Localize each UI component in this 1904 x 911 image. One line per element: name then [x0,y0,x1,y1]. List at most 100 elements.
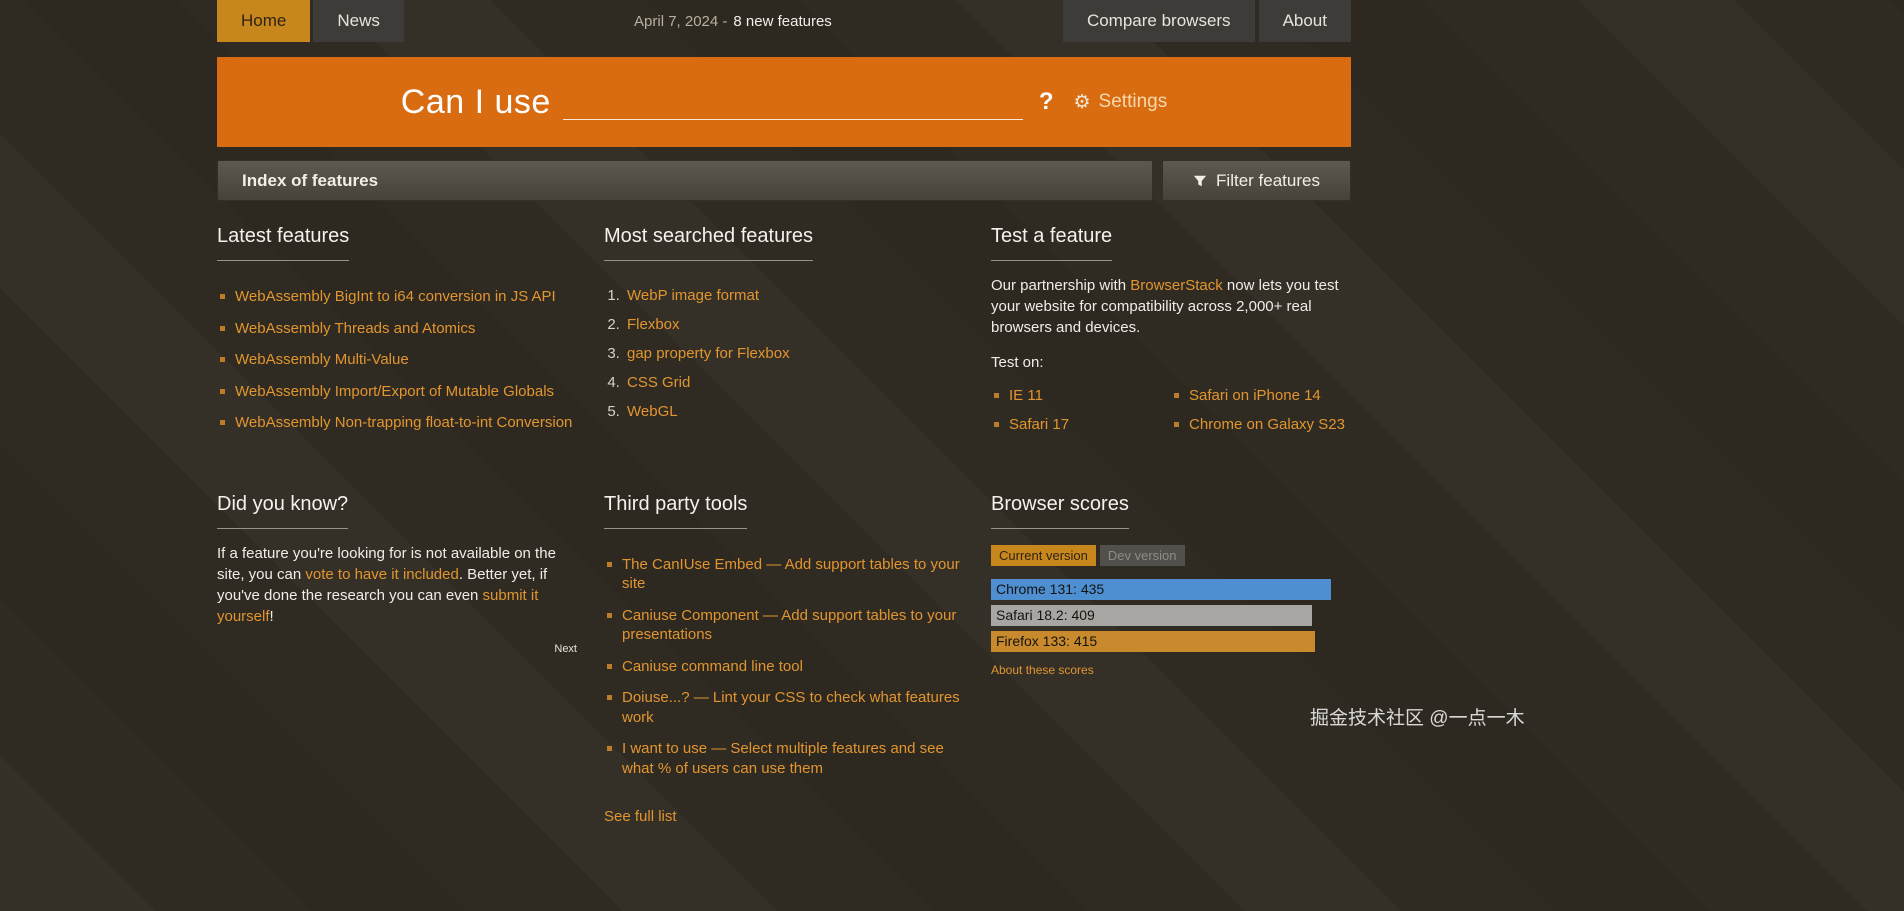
settings-button[interactable]: ⚙ Settings [1074,91,1168,113]
dyk-text: ! [269,607,274,625]
browserstack-link[interactable]: BrowserStack [1130,277,1223,294]
list-item: Flexbox [624,316,964,333]
nav-tabs-right: Compare browsers About [1059,0,1351,42]
index-toolbar: Index of features Filter features [217,160,1351,201]
watermark: 掘金技术社区 @一点一木 [1310,708,1525,729]
tab-compare-browsers[interactable]: Compare browsers [1062,0,1255,42]
nav-tabs-left: Home News [217,0,407,42]
list-item: Caniuse command line tool [604,657,964,677]
feature-link[interactable]: WebAssembly Threads and Atomics [235,320,475,337]
third-party-tools-heading: Third party tools [604,493,748,529]
help-button[interactable]: ? [1039,88,1054,116]
latest-features-list: WebAssembly BigInt to i64 conversion in … [217,287,577,433]
about-these-scores-link[interactable]: About these scores [991,663,1094,677]
list-item: WebAssembly Import/Export of Mutable Glo… [217,382,577,402]
score-version-toggle: Current version Dev version [991,544,1351,566]
feature-search-input[interactable] [562,84,1023,120]
top-navigation: Home News April 7, 2024 - 8 new features… [217,0,1351,42]
score-bar-label: Safari 18.2: 409 [996,607,1095,623]
index-title: Index of features [242,170,379,190]
test-device-link[interactable]: IE 11 [1009,387,1043,404]
gear-icon: ⚙ [1073,91,1091,113]
score-bar-chrome: Chrome 131: 435 [991,578,1331,600]
third-party-tools-list: The CanIUse Embed — Add support tables t… [604,555,964,779]
list-item: Chrome on Galaxy S23 [1171,415,1351,435]
score-bar-label: Chrome 131: 435 [996,581,1105,597]
list-item: Doiuse...? — Lint your CSS to check what… [604,688,964,727]
feature-link[interactable]: CSS Grid [627,374,690,391]
list-item: I want to use — Select multiple features… [604,739,964,778]
feature-link[interactable]: WebAssembly BigInt to i64 conversion in … [235,288,556,305]
most-searched-heading: Most searched features [604,225,813,261]
test-feature-intro: Our partnership with BrowserStack now le… [991,275,1351,338]
tab-home[interactable]: Home [217,0,311,42]
tab-news[interactable]: News [313,0,404,42]
feature-link[interactable]: WebAssembly Multi-Value [235,351,409,368]
browser-scores-heading: Browser scores [991,493,1129,529]
list-item: WebAssembly BigInt to i64 conversion in … [217,287,577,307]
list-item: WebGL [624,403,964,420]
filter-features-label: Filter features [1216,170,1320,190]
feature-link[interactable]: WebGL [627,403,678,420]
section-third-party-tools: Third party tools The CanIUse Embed — Ad… [604,493,964,827]
current-version-button[interactable]: Current version [991,544,1096,566]
feature-link[interactable]: Flexbox [627,316,680,333]
next-tip-button[interactable]: Next [217,643,577,655]
vote-link[interactable]: vote to have it included [305,566,458,583]
tool-link[interactable]: Caniuse Component — Add support tables t… [622,607,956,644]
did-you-know-text: If a feature you're looking for is not a… [217,543,577,627]
section-browser-scores: Browser scores Current version Dev versi… [991,493,1351,827]
new-features-link[interactable]: 8 new features [733,13,831,30]
page: Home News April 7, 2024 - 8 new features… [217,0,1351,826]
section-did-you-know: Did you know? If a feature you're lookin… [217,493,577,827]
tool-link[interactable]: The CanIUse Embed — Add support tables t… [622,556,960,593]
dev-version-button[interactable]: Dev version [1099,544,1185,566]
latest-features-heading: Latest features [217,225,350,261]
most-searched-list: WebP image format Flexbox gap property f… [624,287,964,420]
settings-label: Settings [1098,91,1168,112]
test-device-link[interactable]: Safari 17 [1009,416,1069,433]
list-item: Safari on iPhone 14 [1171,386,1351,406]
site-header-banner: Can I use ? ⚙ Settings [217,57,1351,147]
tool-link[interactable]: Caniuse command line tool [622,658,803,675]
score-bar-firefox: Firefox 133: 415 [991,630,1316,652]
test-device-link[interactable]: Chrome on Galaxy S23 [1189,416,1345,433]
feature-link[interactable]: WebAssembly Non-trapping float-to-int Co… [235,414,572,431]
filter-features-button[interactable]: Filter features [1162,160,1351,201]
site-title: Can I use [400,82,551,121]
section-latest-features: Latest features WebAssembly BigInt to i6… [217,225,577,445]
see-full-list-link[interactable]: See full list [604,808,677,825]
list-item: WebAssembly Multi-Value [217,350,577,370]
test-device-col2: Safari on iPhone 14 Chrome on Galaxy S23 [1171,377,1351,443]
test-device-link[interactable]: Safari on iPhone 14 [1189,387,1321,404]
feature-link[interactable]: WebAssembly Import/Export of Mutable Glo… [235,383,554,400]
section-most-searched: Most searched features WebP image format… [604,225,964,445]
did-you-know-heading: Did you know? [217,493,349,529]
intro-text: Our partnership with [991,277,1131,294]
list-item: IE 11 [991,386,1171,406]
tab-about[interactable]: About [1258,0,1351,42]
test-device-grid: IE 11 Safari 17 Safari on iPhone 14 Chro… [991,373,1351,443]
news-date-text: April 7, 2024 - [634,12,728,30]
content-grid: Latest features WebAssembly BigInt to i6… [217,225,1351,826]
list-item: CSS Grid [624,374,964,391]
tool-link[interactable]: I want to use — Select multiple features… [622,740,944,777]
feature-link[interactable]: WebP image format [627,287,759,304]
score-bar-label: Firefox 133: 415 [996,633,1098,649]
list-item: WebAssembly Non-trapping float-to-int Co… [217,413,577,433]
news-update-summary: April 7, 2024 - 8 new features [407,0,1059,42]
list-item: The CanIUse Embed — Add support tables t… [604,555,964,594]
tool-link[interactable]: Doiuse...? — Lint your CSS to check what… [622,689,960,726]
feature-link[interactable]: gap property for Flexbox [627,345,790,362]
filter-icon [1193,175,1207,186]
test-on-label: Test on: [991,354,1044,371]
section-test-a-feature: Test a feature Our partnership with Brow… [991,225,1351,445]
list-item: Caniuse Component — Add support tables t… [604,606,964,645]
list-item: WebAssembly Threads and Atomics [217,319,577,339]
list-item: Safari 17 [991,415,1171,435]
list-item: gap property for Flexbox [624,345,964,362]
index-of-features-header: Index of features [217,160,1153,201]
test-a-feature-heading: Test a feature [991,225,1113,261]
list-item: WebP image format [624,287,964,304]
score-bars: Chrome 131: 435 Safari 18.2: 409 Firefox… [991,578,1331,652]
